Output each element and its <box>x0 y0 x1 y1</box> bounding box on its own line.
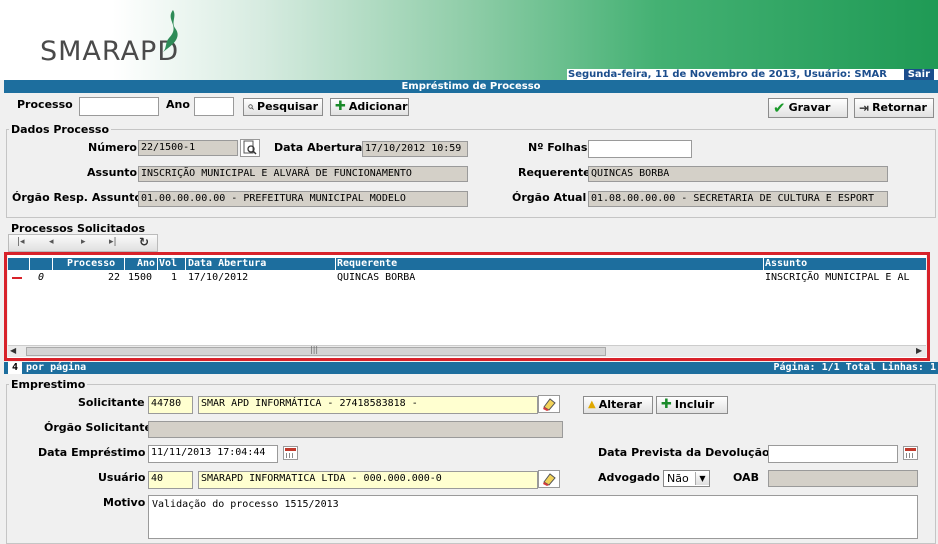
assunto-field: INSCRIÇÃO MUNICIPAL E ALVARÁ DE FUNCIONA… <box>138 166 468 182</box>
next-page-icon[interactable]: ▸ <box>81 237 86 247</box>
usuario-name-input[interactable]: SMARAPD INFORMATICA LTDA - 000.000.000-0 <box>198 471 538 489</box>
prev-page-icon[interactable]: ◂ <box>49 237 54 247</box>
ano-label: Ano <box>166 98 190 111</box>
retornar-label: Retornar <box>872 101 927 114</box>
data-prevista-label: Data Prevista da Devolução <box>598 446 770 459</box>
refresh-icon[interactable]: ↻ <box>139 235 149 249</box>
alterar-label: Alterar <box>598 398 642 411</box>
grid-nav-toolbar: |◂ ◂ ▸ ▸| ↻ <box>8 234 158 252</box>
last-page-icon[interactable]: ▸| <box>109 237 117 247</box>
orgao-atual-field: 01.08.00.00.00 - SECRETARIA DE CULTURA E… <box>588 191 888 207</box>
motivo-label: Motivo <box>103 496 146 509</box>
data-emprestimo-input[interactable]: 11/11/2013 17:04:44 <box>148 445 278 463</box>
numero-field: 22/1500-1 <box>138 140 238 156</box>
calendar-icon[interactable] <box>903 446 918 460</box>
exit-door-icon: ⇥ <box>859 101 870 115</box>
numero-label: Número <box>88 141 137 154</box>
paging-info: Página: 1/1 Total Linhas: 1 <box>773 362 936 373</box>
advogado-select[interactable]: Não ▼ <box>663 470 710 487</box>
motivo-textarea[interactable]: Validação do processo 1515/2013 <box>148 495 918 539</box>
chevron-down-icon[interactable]: ▼ <box>695 472 709 485</box>
triangle-up-icon: ▲ <box>588 399 596 410</box>
incluir-label: Incluir <box>674 398 715 411</box>
retornar-button[interactable]: ⇥ Retornar <box>854 98 934 118</box>
assunto-label: Assunto <box>87 166 138 179</box>
page-size-select[interactable]: 4 <box>8 362 22 374</box>
paging-bar: 4 por página Página: 1/1 Total Linhas: 1 <box>4 362 938 374</box>
per-page-label: por página <box>26 362 87 373</box>
data-abertura-label: Data Abertura <box>274 141 363 154</box>
data-abertura-field: 17/10/2012 10:59 <box>362 141 468 157</box>
adicionar-label: Adicionar <box>348 100 408 113</box>
sair-link[interactable]: Sair <box>903 69 934 80</box>
data-emprestimo-label: Data Empréstimo <box>38 446 146 459</box>
highlight-box <box>4 252 930 361</box>
usuario-label: Usuário <box>98 471 146 484</box>
gravar-button[interactable]: ✔ Gravar <box>768 98 848 118</box>
orgao-solicitante-field <box>148 421 563 438</box>
solicitante-label: Solicitante <box>78 396 145 409</box>
pesquisar-button[interactable]: Pesquisar <box>243 98 323 116</box>
gravar-label: Gravar <box>788 101 831 114</box>
adicionar-button[interactable]: ✚ Adicionar <box>330 98 409 116</box>
pesquisar-label: Pesquisar <box>257 100 318 113</box>
processo-label: Processo <box>17 98 73 111</box>
emprestimo-legend: Emprestimo <box>9 378 88 391</box>
alterar-button[interactable]: ▲ Alterar <box>583 396 653 414</box>
solicitante-code-input[interactable]: 44780 <box>148 396 193 414</box>
processo-input[interactable] <box>79 97 159 116</box>
usuario-code-input[interactable]: 40 <box>148 471 193 489</box>
data-prevista-input[interactable] <box>768 445 898 463</box>
first-page-icon[interactable]: |◂ <box>17 237 25 247</box>
page-title: Empréstimo de Processo <box>4 80 938 93</box>
leaf-logo-icon <box>163 10 178 52</box>
eraser-icon[interactable] <box>538 470 560 488</box>
date-user-text: Segunda-feira, 11 de Novembro de 2013, U… <box>568 69 887 80</box>
eraser-icon[interactable] <box>538 395 560 413</box>
orgao-solicitante-label: Órgão Solicitante <box>44 421 153 434</box>
oab-field <box>768 470 918 487</box>
folhas-input[interactable] <box>588 140 692 158</box>
orgao-atual-label: Órgão Atual <box>512 191 587 204</box>
advogado-value: Não <box>667 472 689 485</box>
plus-icon: ✚ <box>335 99 346 114</box>
view-document-icon[interactable] <box>240 139 260 157</box>
magnifier-icon <box>248 104 254 110</box>
calendar-icon[interactable] <box>283 446 298 460</box>
requerente-field: QUINCAS BORBA <box>588 166 888 182</box>
incluir-button[interactable]: ✚ Incluir <box>656 396 728 414</box>
smarapd-logo: SMARAPD <box>40 36 180 67</box>
folhas-label: Nº Folhas <box>528 141 588 154</box>
solicitante-name-input[interactable]: SMAR APD INFORMÁTICA - 27418583818 - <box>198 396 538 414</box>
advogado-label: Advogado <box>598 471 660 484</box>
oab-label: OAB <box>733 471 759 484</box>
dados-processo-legend: Dados Processo <box>9 123 112 136</box>
plus-icon: ✚ <box>661 397 672 412</box>
checkmark-icon: ✔ <box>773 99 786 117</box>
orgao-resp-label: Órgão Resp. Assunto <box>12 191 142 204</box>
orgao-resp-field: 01.00.00.00.00 - PREFEITURA MUNICIPAL MO… <box>138 191 468 207</box>
requerente-label: Requerente <box>518 166 591 179</box>
ano-input[interactable] <box>194 97 234 116</box>
